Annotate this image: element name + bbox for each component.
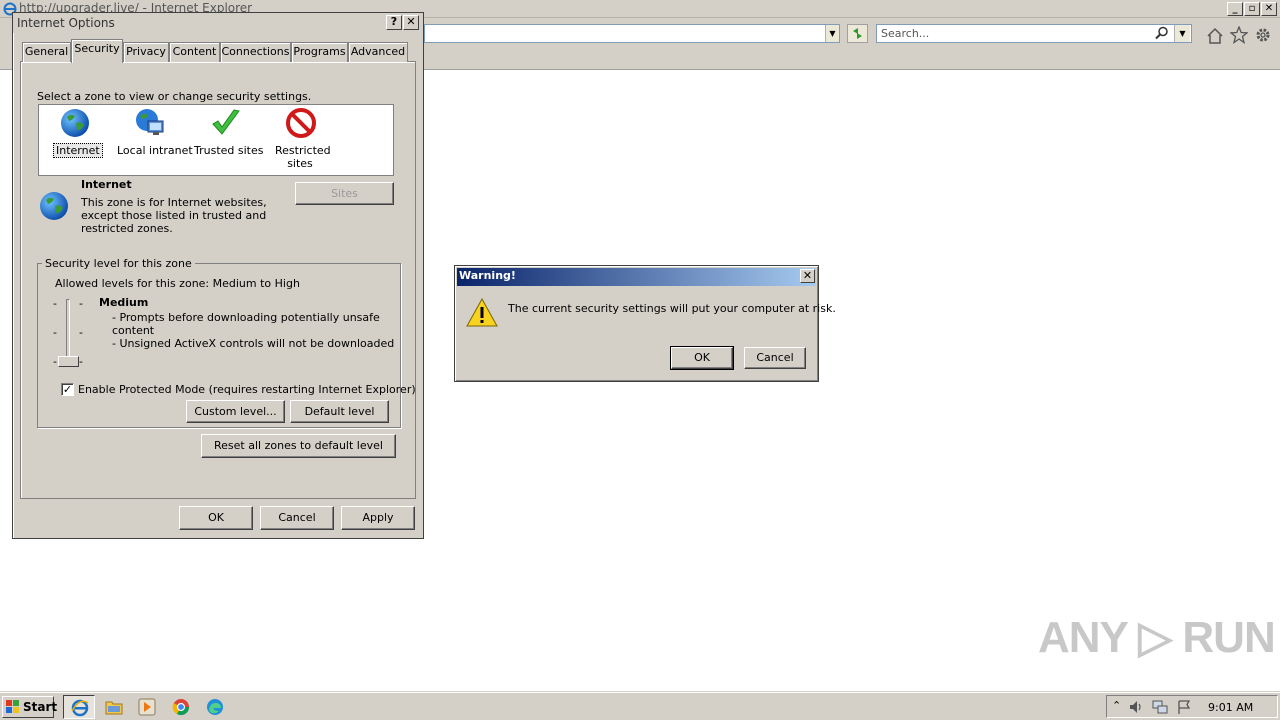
action-center-flag-icon[interactable]: [1176, 699, 1192, 715]
options-cancel-button[interactable]: Cancel: [260, 506, 334, 530]
security-level-points: - Prompts before downloading potentially…: [112, 311, 394, 350]
taskbar-clock: 9:01 AM: [1208, 701, 1254, 714]
search-icon[interactable]: [1155, 26, 1169, 40]
help-button[interactable]: ?: [386, 15, 402, 30]
protected-mode-checkbox[interactable]: ✓: [61, 383, 74, 396]
warning-message: The current security settings will put y…: [508, 302, 836, 315]
restore-button[interactable]: ▫: [1244, 2, 1260, 16]
gear-icon[interactable]: [1254, 26, 1272, 44]
zone-restricted-sites-label-line2: sites: [287, 157, 313, 170]
compat-refresh-button[interactable]: [847, 24, 868, 43]
checkmark-icon: [212, 109, 240, 135]
tab-general[interactable]: General: [22, 42, 71, 62]
reset-all-zones-button[interactable]: Reset all zones to default level: [201, 434, 396, 458]
restricted-icon: [286, 108, 316, 138]
address-bar[interactable]: [424, 24, 840, 43]
chrome-icon[interactable]: [172, 698, 190, 716]
intranet-icon: [136, 109, 164, 135]
folder-icon[interactable]: [105, 699, 123, 715]
home-icon[interactable]: [1206, 27, 1224, 45]
allowed-levels-text: Allowed levels for this zone: Medium to …: [55, 277, 300, 290]
zone-trusted-sites-label: Trusted sites: [194, 144, 264, 157]
slider-tick: -: [53, 355, 57, 368]
tab-advanced[interactable]: Advanced: [348, 42, 408, 62]
warning-title: Warning!: [459, 269, 516, 282]
watermark: ANY ▷ RUN: [1038, 613, 1276, 662]
close-window-button[interactable]: ✕: [1261, 2, 1277, 16]
search-dropdown-button[interactable]: ▼: [1174, 25, 1190, 42]
tab-security[interactable]: Security: [71, 39, 123, 63]
search-placeholder: Search...: [881, 27, 930, 40]
globe-icon: [61, 109, 89, 137]
tray-expand-button[interactable]: ⌃: [1112, 699, 1121, 712]
zone-description-line: This zone is for Internet websites,: [81, 196, 267, 209]
zone-restricted-sites-label-line1: Restricted: [275, 144, 331, 157]
warning-cancel-button[interactable]: Cancel: [744, 347, 806, 369]
slider-tick: -: [79, 297, 83, 310]
security-level-group-label: Security level for this zone: [42, 257, 195, 270]
selected-zone-description: This zone is for Internet websites, exce…: [81, 196, 267, 235]
warning-icon: [466, 298, 498, 327]
start-button[interactable]: Start: [2, 696, 58, 718]
network-icon[interactable]: [1152, 699, 1168, 715]
level-point: content: [112, 324, 155, 337]
slider-tick: -: [53, 326, 57, 339]
selected-zone-name: Internet: [81, 178, 132, 191]
zone-internet-label: Internet: [53, 143, 103, 158]
zone-list: Internet Local intranet Trusted sites Re…: [38, 104, 394, 176]
minimize-button[interactable]: _: [1227, 2, 1243, 16]
windows-logo-icon: [6, 700, 19, 713]
tab-connections[interactable]: Connections: [220, 42, 291, 62]
zone-local-intranet-label: Local intranet: [117, 144, 193, 157]
media-player-icon[interactable]: [138, 698, 156, 716]
protected-mode-label: Enable Protected Mode (requires restarti…: [78, 383, 416, 396]
refresh-icon: [853, 28, 862, 39]
level-point: - Unsigned ActiveX controls will not be …: [112, 337, 395, 350]
taskbar: [0, 692, 1280, 720]
internet-options-title: Internet Options: [17, 16, 115, 30]
warning-ok-button[interactable]: OK: [670, 346, 734, 370]
globe-icon: [40, 192, 68, 220]
tab-programs[interactable]: Programs: [291, 42, 348, 62]
slider-tick: -: [79, 355, 83, 368]
default-level-button[interactable]: Default level: [290, 400, 389, 423]
tab-privacy[interactable]: Privacy: [123, 42, 169, 62]
level-point: - Prompts before downloading potentially…: [112, 311, 380, 324]
custom-level-button[interactable]: Custom level...: [186, 400, 285, 423]
dialog-close-button[interactable]: ✕: [403, 15, 419, 30]
start-label: Start: [23, 700, 58, 714]
tab-content[interactable]: Content: [169, 42, 220, 62]
options-apply-button[interactable]: Apply: [341, 506, 415, 530]
slider-tick: -: [79, 326, 83, 339]
speaker-icon[interactable]: [1128, 699, 1144, 715]
zone-description-line: except those listed in trusted and: [81, 209, 267, 222]
zone-description-line: restricted zones.: [81, 222, 173, 235]
options-ok-button[interactable]: OK: [179, 506, 253, 530]
ie-logo-icon: [71, 699, 89, 717]
security-level-name: Medium: [99, 296, 149, 309]
zone-prompt: Select a zone to view or change security…: [37, 90, 312, 103]
sites-button[interactable]: Sites: [295, 182, 394, 205]
address-dropdown-button[interactable]: ▼: [825, 25, 839, 42]
taskbar-ie-button[interactable]: [63, 695, 95, 719]
favorites-star-icon[interactable]: [1230, 26, 1248, 44]
edge-icon[interactable]: [206, 698, 224, 716]
security-level-slider-thumb[interactable]: [58, 356, 79, 367]
warning-close-button[interactable]: ✕: [800, 269, 815, 283]
slider-tick: -: [53, 297, 57, 310]
